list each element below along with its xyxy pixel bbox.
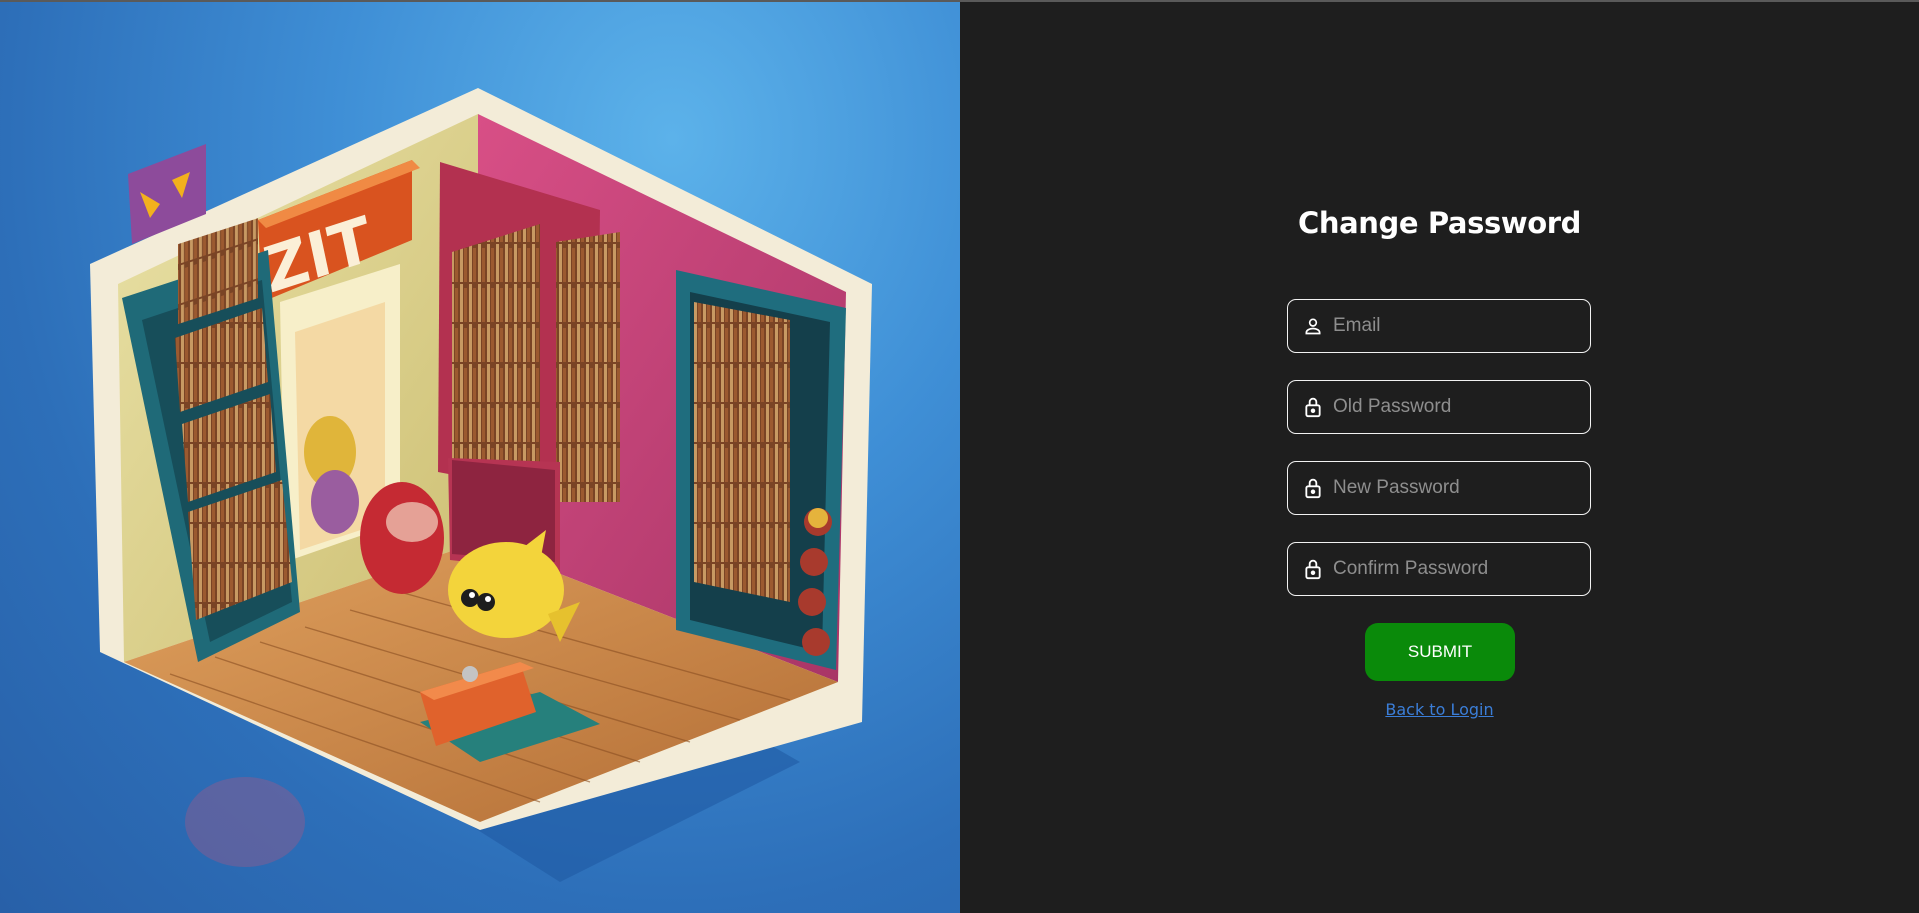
old-password-input[interactable]: [1333, 387, 1590, 427]
page-title: Change Password: [1297, 206, 1581, 240]
email-input[interactable]: [1333, 306, 1590, 346]
confirm-password-input[interactable]: [1333, 549, 1590, 589]
lock-icon: [1302, 558, 1324, 580]
submit-button[interactable]: SUBMIT: [1365, 623, 1515, 681]
confirm-password-field[interactable]: [1287, 542, 1591, 596]
isometric-library-room-image: ZIT: [90, 88, 872, 882]
lock-icon: [1302, 477, 1324, 499]
change-password-panel: Change Password S: [960, 2, 1919, 913]
lock-icon: [1302, 396, 1324, 418]
back-to-login-link[interactable]: Back to Login: [1385, 700, 1493, 719]
email-field[interactable]: [1287, 299, 1591, 353]
hero-illustration: ZIT: [0, 2, 960, 913]
back-to-login-container: Back to Login: [960, 700, 1919, 719]
user-icon: [1302, 315, 1324, 337]
new-password-input[interactable]: [1333, 468, 1590, 508]
new-password-field[interactable]: [1287, 461, 1591, 515]
old-password-field[interactable]: [1287, 380, 1591, 434]
